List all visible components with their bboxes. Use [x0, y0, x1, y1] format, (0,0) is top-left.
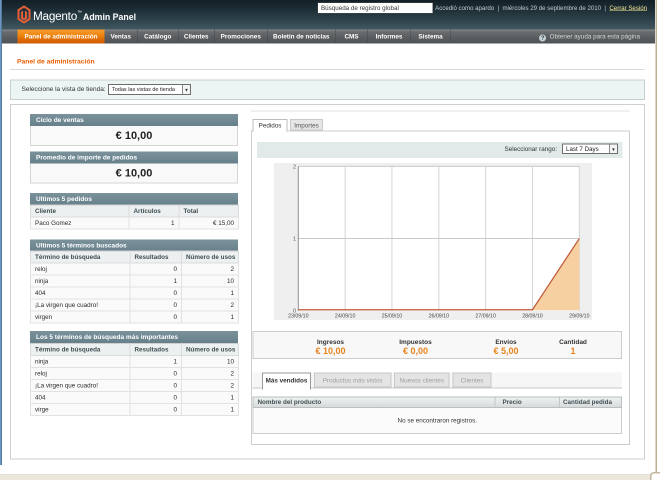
svg-text:24/09/10: 24/09/10	[335, 314, 356, 320]
svg-text:26/09/10: 26/09/10	[429, 314, 450, 320]
svg-text:27/09/10: 27/09/10	[475, 314, 496, 320]
svg-text:1: 1	[293, 237, 296, 243]
svg-text:2: 2	[293, 165, 296, 171]
svg-text:23/09/10: 23/09/10	[288, 314, 309, 320]
svg-text:29/09/10: 29/09/10	[569, 314, 590, 320]
svg-text:25/09/10: 25/09/10	[382, 314, 403, 320]
svg-text:28/09/10: 28/09/10	[522, 314, 543, 320]
